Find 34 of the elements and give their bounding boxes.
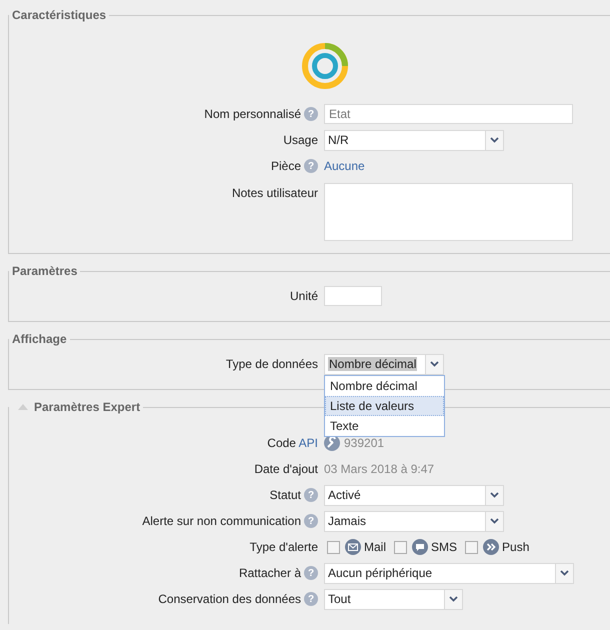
select-field[interactable]: Jamais [324,510,504,532]
select-field[interactable]: Activé [324,484,504,506]
section-title: Affichage [12,332,67,346]
field-label: Type de données [226,357,318,371]
field-label: Type d'alerte [250,540,318,554]
field-label: Nom personnalisé [204,107,301,121]
field-label: Alerte sur non communication [142,514,301,528]
field-label: Conservation des données [158,592,301,606]
field-label: Pièce [270,159,301,173]
checkbox-label: Mail [364,540,386,554]
dropdown-option[interactable]: Texte [325,416,444,436]
checkbox-label: Push [502,540,530,554]
field-label: Usage [283,133,318,147]
select-field[interactable]: Tout [324,588,463,610]
dropdown-option[interactable]: Liste de valeurs [325,396,444,416]
date-value: 03 Mars 2018 à 9:47 [324,462,434,476]
field-label: Unité [290,289,318,303]
field-label: Statut [270,488,301,502]
api-code: 939201 [344,436,384,450]
field-label: Rattacher à [238,566,301,580]
select-field[interactable]: Aucun périphérique [324,562,574,584]
checkbox-label: SMS [431,540,458,554]
api-link[interactable]: API [298,436,318,450]
section-title: Caractéristiques [12,8,106,22]
select-field[interactable]: Nombre décimal [324,354,444,374]
text-field[interactable]: Etat [324,104,573,124]
field-label: Notes utilisateur [232,186,318,200]
section-title: Paramètres [12,264,78,278]
dropdown-option[interactable]: Nombre décimal [325,376,444,396]
field-label: Date d'ajout [254,462,318,476]
select-field[interactable]: N/R [324,130,504,150]
section-title: Paramètres Expert [34,400,140,414]
field-label: Code API [267,436,318,450]
room-link[interactable]: Aucune [324,159,365,173]
